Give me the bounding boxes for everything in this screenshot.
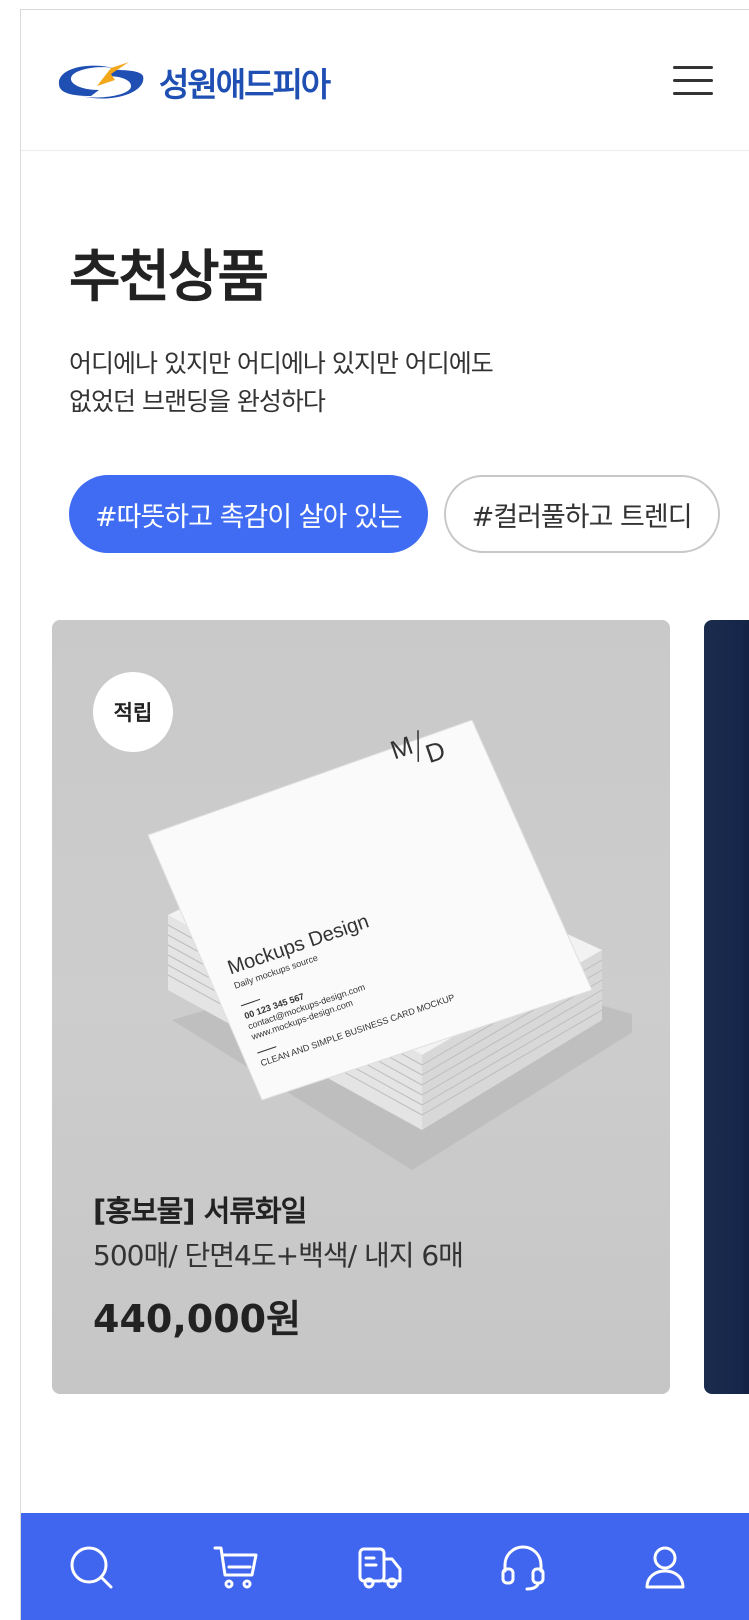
user-icon[interactable] — [641, 1543, 689, 1591]
product-card[interactable]: M D Mockups Design Daily mockups source … — [52, 620, 670, 1394]
points-badge: 적립 — [93, 672, 173, 752]
swoosh-logo-icon — [58, 62, 144, 99]
tag-warm-texture[interactable]: #따뜻하고 촉감이 살아 있는 — [69, 475, 428, 553]
product-image: M D Mockups Design Daily mockups source … — [147, 720, 632, 1170]
description-line-1: 어디에나 있지만 어디에나 있지만 어디에도 — [69, 349, 494, 378]
delivery-truck-icon[interactable] — [356, 1543, 404, 1591]
hamburger-menu-icon[interactable] — [673, 66, 713, 96]
product-name: [홍보물] 서류화일 — [93, 1194, 307, 1228]
product-price: 440,000원 — [93, 1297, 302, 1341]
bottom-nav — [21, 1513, 749, 1620]
headset-icon[interactable] — [499, 1543, 547, 1591]
description-line-2: 없었던 브랜딩을 완성하다 — [69, 387, 326, 416]
product-spec: 500매/ 단면4도+백색/ 내지 6매 — [93, 1239, 464, 1272]
section-title: 추천상품 — [69, 245, 269, 310]
cart-icon[interactable] — [212, 1543, 260, 1591]
product-card-next[interactable] — [704, 620, 749, 1394]
search-icon[interactable] — [67, 1543, 115, 1591]
app-frame: 성원애드피아 추천상품 어디에나 있지만 어디에나 있지만 어디에도 없었던 브… — [20, 9, 749, 1620]
section-description: 어디에나 있지만 어디에나 있지만 어디에도 없었던 브랜딩을 완성하다 — [69, 345, 589, 421]
brand-logo[interactable]: 성원애드피아 — [51, 54, 331, 110]
brand-name: 성원애드피아 — [159, 65, 331, 104]
header: 성원애드피아 — [21, 10, 749, 151]
tag-filter-list: #따뜻하고 촉감이 살아 있는 #컬러풀하고 트렌디 — [69, 475, 736, 553]
tag-colorful-trendy[interactable]: #컬러풀하고 트렌디 — [443, 475, 720, 553]
